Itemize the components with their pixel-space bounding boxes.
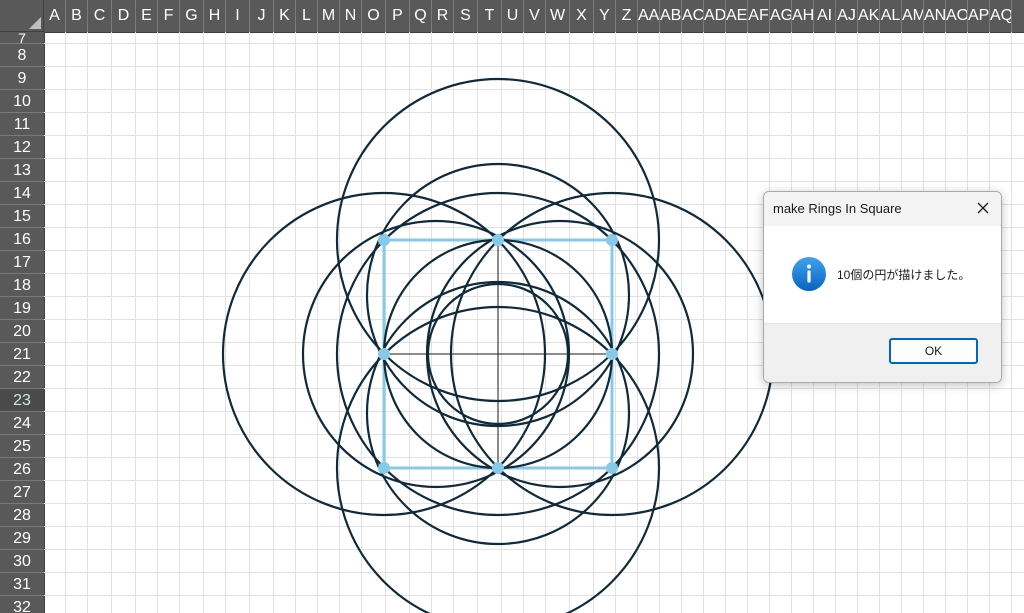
column-header-ap[interactable]: AP [968,0,990,32]
row-header-18[interactable]: 18 [0,274,44,297]
column-header-ad[interactable]: AD [704,0,726,32]
column-header-am[interactable]: AM [902,0,924,32]
dialog-titlebar[interactable]: make Rings In Square [764,192,1001,226]
row-header-30[interactable]: 30 [0,550,44,573]
column-header-e[interactable]: E [136,0,158,32]
column-header-p[interactable]: P [386,0,410,32]
row-header-32[interactable]: 32 [0,596,44,613]
row-header-25[interactable]: 25 [0,435,44,458]
dialog-title: make Rings In Square [773,201,902,216]
row-header-9[interactable]: 9 [0,67,44,90]
column-header-z[interactable]: Z [616,0,638,32]
row-header-16[interactable]: 16 [0,228,44,251]
column-header-b[interactable]: B [66,0,88,32]
column-header-ai[interactable]: AI [814,0,836,32]
row-header-23[interactable]: 23 [0,389,44,412]
column-header-x[interactable]: X [570,0,594,32]
column-header-ac[interactable]: AC [682,0,704,32]
column-header-f[interactable]: F [158,0,180,32]
column-header-j[interactable]: J [250,0,274,32]
vertex-handle-2[interactable] [492,234,504,246]
column-header-ah[interactable]: AH [792,0,814,32]
row-header-22[interactable]: 22 [0,366,44,389]
column-header-af[interactable]: AF [748,0,770,32]
column-header-r[interactable]: R [432,0,454,32]
column-header-ab[interactable]: AB [660,0,682,32]
row-header-21[interactable]: 21 [0,343,44,366]
row-header-10[interactable]: 10 [0,90,44,113]
row-header-19[interactable]: 19 [0,297,44,320]
row-header-7[interactable]: 7 [0,32,44,44]
column-header-l[interactable]: L [296,0,318,32]
vertex-handle-5[interactable] [606,348,618,360]
row-header-28[interactable]: 28 [0,504,44,527]
column-header-k[interactable]: K [274,0,296,32]
column-header-d[interactable]: D [112,0,136,32]
column-header-w[interactable]: W [546,0,570,32]
column-headers: A B C D E F G H I J K L M N O P Q R S T U V W X Y Z AA AB AC AD AE AF AG… [44,0,1024,33]
close-icon[interactable] [975,200,991,216]
vertex-handle-1[interactable] [378,234,390,246]
row-header-14[interactable]: 14 [0,182,44,205]
column-header-al[interactable]: AL [880,0,902,32]
column-header-aa[interactable]: AA [638,0,660,32]
column-header-i[interactable]: I [226,0,250,32]
vertex-handle-7[interactable] [492,462,504,474]
column-header-ag[interactable]: AG [770,0,792,32]
row-header-12[interactable]: 12 [0,136,44,159]
select-all-corner[interactable] [0,0,44,32]
column-header-u[interactable]: U [502,0,524,32]
column-header-t[interactable]: T [478,0,502,32]
row-header-11[interactable]: 11 [0,113,44,136]
row-header-29[interactable]: 29 [0,527,44,550]
column-header-v[interactable]: V [524,0,546,32]
row-header-26[interactable]: 26 [0,458,44,481]
row-header-15[interactable]: 15 [0,205,44,228]
row-header-17[interactable]: 17 [0,251,44,274]
column-header-an[interactable]: AN [924,0,946,32]
dialog-footer: OK [764,323,1001,382]
row-header-13[interactable]: 13 [0,159,44,182]
info-icon [791,256,827,297]
column-header-m[interactable]: M [318,0,340,32]
column-header-n[interactable]: N [340,0,362,32]
row-headers: 7 8 9 10 11 12 13 14 15 16 17 18 19 20 21 22 23 24 25 26 27 2… [0,32,45,613]
column-header-y[interactable]: Y [594,0,616,32]
column-header-a[interactable]: A [44,0,66,32]
dialog-body: 10個の円が描けました。 [764,226,1001,324]
vertex-handle-3[interactable] [606,234,618,246]
row-header-20[interactable]: 20 [0,320,44,343]
column-header-ak[interactable]: AK [858,0,880,32]
column-header-aj[interactable]: AJ [836,0,858,32]
column-header-c[interactable]: C [88,0,112,32]
column-header-aq[interactable]: AQ [990,0,1012,32]
column-header-ae[interactable]: AE [726,0,748,32]
column-header-ao[interactable]: AO [946,0,968,32]
row-header-24[interactable]: 24 [0,412,44,435]
column-header-g[interactable]: G [180,0,204,32]
row-header-27[interactable]: 27 [0,481,44,504]
vertex-handle-6[interactable] [378,462,390,474]
row-header-8[interactable]: 8 [0,44,44,67]
column-header-s[interactable]: S [454,0,478,32]
column-header-h[interactable]: H [204,0,226,32]
column-header-o[interactable]: O [362,0,386,32]
select-all-triangle-icon [29,17,41,29]
dialog-message: 10個の円が描けました。 [837,268,971,282]
row-header-31[interactable]: 31 [0,573,44,596]
column-header-q[interactable]: Q [410,0,432,32]
vertex-handle-8[interactable] [606,462,618,474]
vertex-handle-4[interactable] [378,348,390,360]
message-dialog: make Rings In Square 10個の円が描けました。 OK [763,191,1002,383]
ok-button[interactable]: OK [889,338,978,364]
